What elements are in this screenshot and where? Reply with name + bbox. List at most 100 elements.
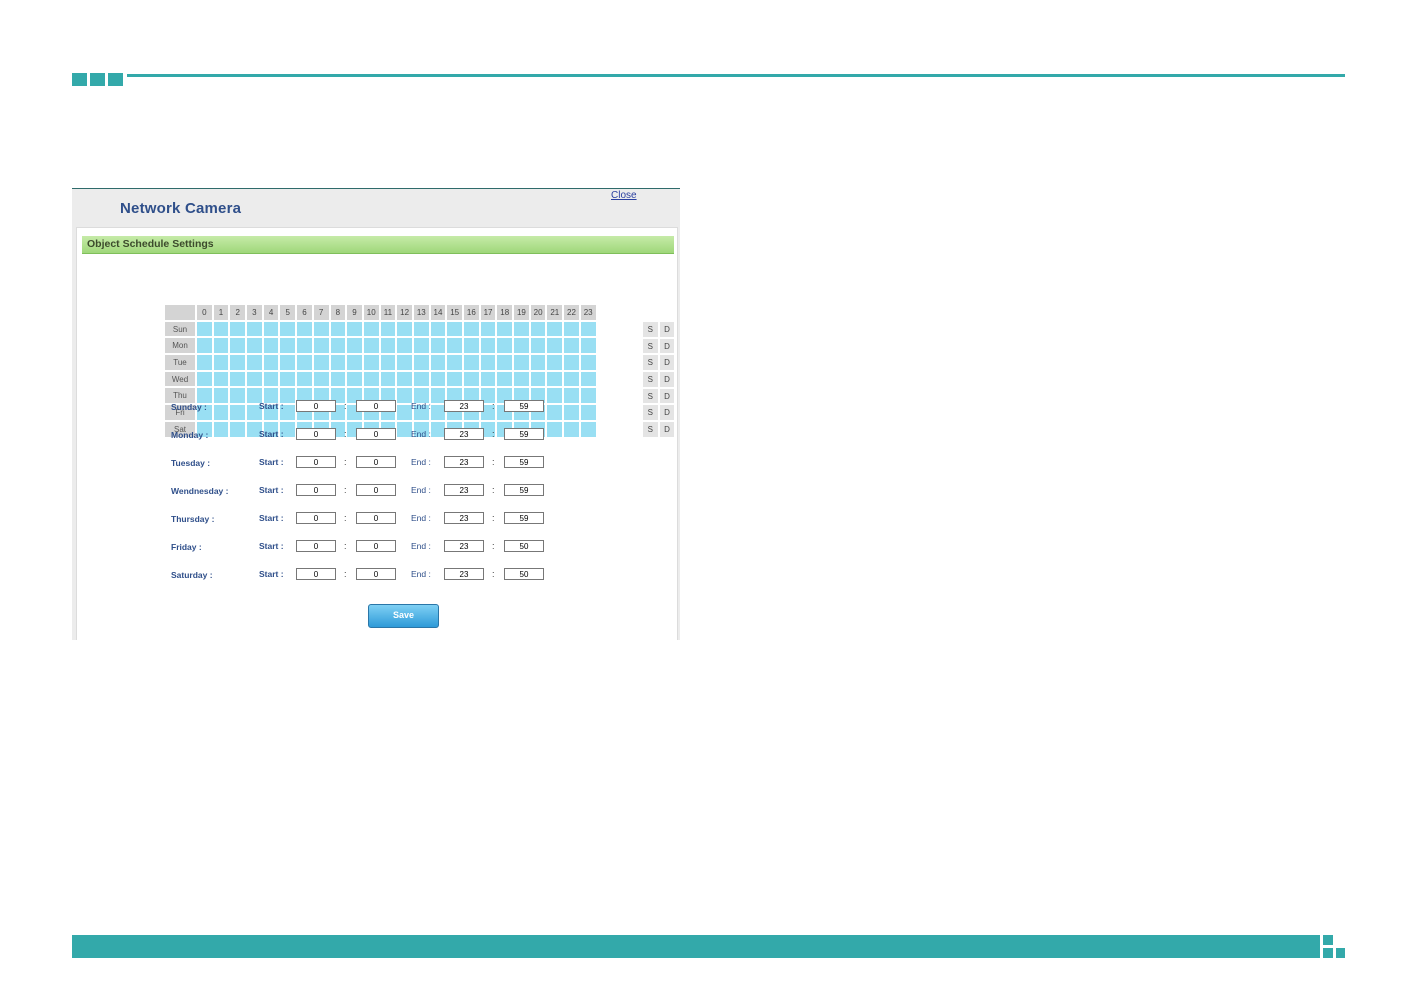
schedule-cell[interactable] [197,371,212,387]
schedule-cell[interactable] [280,321,296,337]
schedule-cell[interactable] [530,371,546,387]
schedule-cell[interactable] [447,321,462,337]
schedule-cell[interactable] [413,321,429,337]
schedule-cell[interactable] [514,371,529,387]
schedule-cell[interactable] [330,371,346,387]
start-minute-input[interactable] [356,456,396,468]
schedule-cell[interactable] [263,371,279,387]
schedule-cell[interactable] [580,355,596,370]
schedule-cell[interactable] [347,338,362,354]
schedule-cell[interactable] [247,321,262,337]
schedule-cell[interactable] [363,338,379,354]
start-hour-input[interactable] [296,428,336,440]
schedule-cell[interactable] [347,355,362,370]
schedule-cell[interactable] [430,321,446,337]
day-header-sun[interactable]: Sun [165,321,195,337]
schedule-cell[interactable] [247,371,262,387]
hour-header[interactable]: 15 [447,305,462,320]
end-minute-input[interactable] [504,400,544,412]
schedule-cell[interactable] [380,371,396,387]
start-hour-input[interactable] [296,540,336,552]
start-minute-input[interactable] [356,484,396,496]
end-hour-input[interactable] [444,400,484,412]
start-minute-input[interactable] [356,428,396,440]
schedule-cell[interactable] [497,321,513,337]
schedule-cell[interactable] [464,321,479,337]
schedule-cell[interactable] [547,355,563,370]
schedule-cell[interactable] [297,321,312,337]
schedule-cell[interactable] [413,338,429,354]
schedule-cell[interactable] [547,371,563,387]
schedule-cell[interactable] [464,338,479,354]
schedule-cell[interactable] [363,371,379,387]
hour-header[interactable]: 4 [263,305,279,320]
schedule-cell[interactable] [330,355,346,370]
schedule-cell[interactable] [514,338,529,354]
hour-header[interactable]: 13 [413,305,429,320]
schedule-cell[interactable] [580,371,596,387]
schedule-cell[interactable] [313,338,329,354]
schedule-cell[interactable] [530,355,546,370]
schedule-cell[interactable] [547,321,563,337]
hour-header[interactable]: 8 [330,305,346,320]
schedule-cell[interactable] [297,355,312,370]
schedule-cell[interactable] [447,355,462,370]
deselect-day-button-tue[interactable]: D [659,355,675,371]
end-minute-input[interactable] [504,428,544,440]
save-button[interactable]: Save [368,604,439,628]
schedule-cell[interactable] [380,338,396,354]
schedule-cell[interactable] [230,321,246,337]
schedule-cell[interactable] [213,321,229,337]
schedule-cell[interactable] [263,355,279,370]
hour-header[interactable]: 2 [230,305,246,320]
schedule-cell[interactable] [480,321,496,337]
schedule-cell[interactable] [397,321,412,337]
schedule-cell[interactable] [247,355,262,370]
hour-header[interactable]: 19 [514,305,529,320]
start-hour-input[interactable] [296,484,336,496]
schedule-cell[interactable] [530,338,546,354]
start-hour-input[interactable] [296,568,336,580]
hour-header[interactable]: 14 [430,305,446,320]
schedule-cell[interactable] [464,371,479,387]
schedule-cell[interactable] [197,321,212,337]
select-day-button-mon[interactable]: S [643,338,658,354]
schedule-cell[interactable] [197,355,212,370]
schedule-cell[interactable] [430,355,446,370]
schedule-cell[interactable] [397,338,412,354]
schedule-cell[interactable] [330,338,346,354]
end-hour-input[interactable] [444,512,484,524]
schedule-cell[interactable] [564,321,579,337]
schedule-cell[interactable] [297,371,312,387]
schedule-cell[interactable] [313,371,329,387]
deselect-day-button-wed[interactable]: D [659,372,675,387]
schedule-cell[interactable] [464,355,479,370]
select-day-button-sun[interactable]: S [643,322,658,337]
schedule-cell[interactable] [280,355,296,370]
schedule-cell[interactable] [547,338,563,354]
hour-header[interactable]: 21 [547,305,563,320]
hour-header[interactable]: 10 [363,305,379,320]
deselect-day-button-sun[interactable]: D [659,322,675,337]
hour-header[interactable]: 9 [347,305,362,320]
hour-header[interactable]: 20 [530,305,546,320]
schedule-cell[interactable] [230,338,246,354]
start-minute-input[interactable] [356,400,396,412]
schedule-cell[interactable] [297,338,312,354]
schedule-cell[interactable] [497,355,513,370]
schedule-cell[interactable] [397,355,412,370]
schedule-cell[interactable] [480,371,496,387]
schedule-cell[interactable] [480,355,496,370]
schedule-cell[interactable] [380,355,396,370]
schedule-cell[interactable] [363,355,379,370]
hour-header[interactable]: 22 [564,305,579,320]
hour-header[interactable]: 23 [580,305,596,320]
schedule-cell[interactable] [263,321,279,337]
day-header-wed[interactable]: Wed [165,371,195,387]
hour-header[interactable]: 12 [397,305,412,320]
start-minute-input[interactable] [356,540,396,552]
schedule-cell[interactable] [213,371,229,387]
hour-header[interactable]: 6 [297,305,312,320]
schedule-cell[interactable] [564,355,579,370]
schedule-cell[interactable] [480,338,496,354]
